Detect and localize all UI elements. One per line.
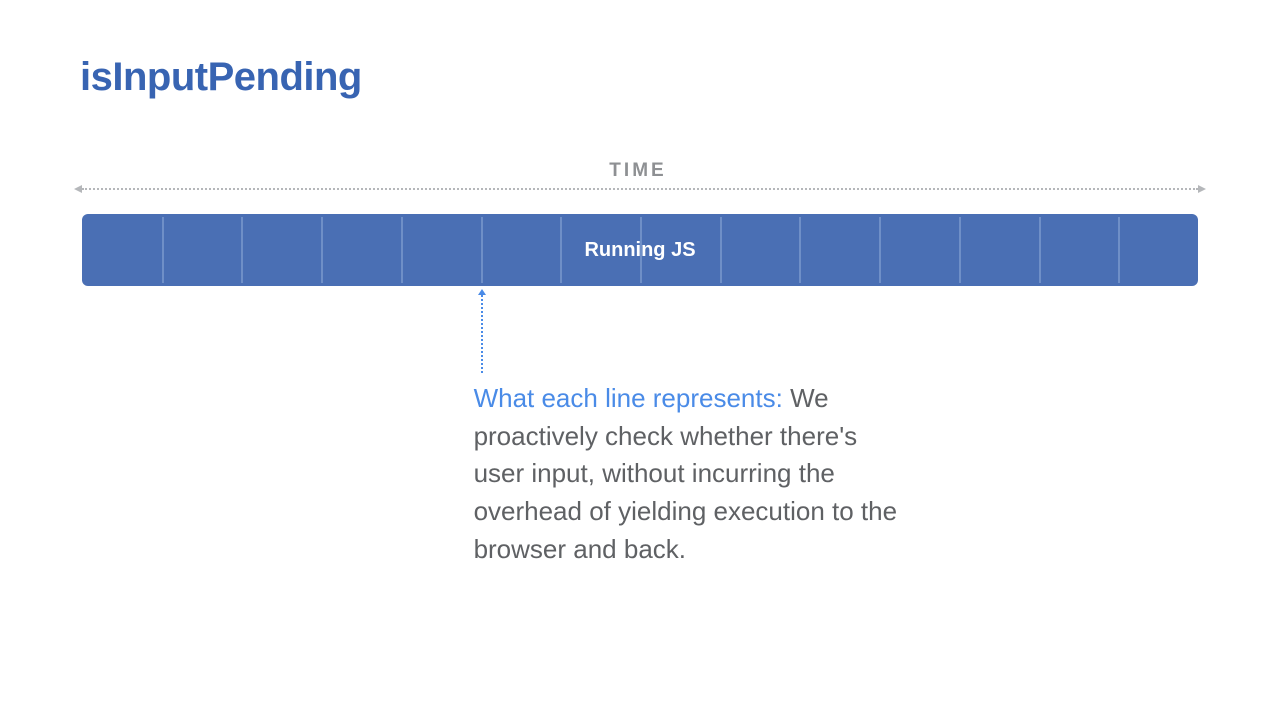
annotation-pointer-line [481,295,483,373]
timeline-axis-arrow [82,188,1198,190]
timeline-segment-divider [162,217,164,283]
timeline-bar-label: Running JS [584,239,695,262]
timeline-bar: Running JS [82,214,1198,286]
annotation-heading: What each line represents: [474,383,783,413]
timeline-segment-divider [799,217,801,283]
timeline-segment-divider [560,217,562,283]
timeline-segment-divider [879,217,881,283]
timeline-segment-divider [1039,217,1041,283]
timeline-segment-divider [959,217,961,283]
timeline-segment-divider [1118,217,1120,283]
timeline-segment-divider [401,217,403,283]
timeline-segment-divider [241,217,243,283]
timeline-segment-divider [720,217,722,283]
timeline-segment-divider [321,217,323,283]
page-title: isInputPending [80,55,362,100]
annotation-block: What each line represents: We proactivel… [474,380,914,568]
timeline-axis-label: TIME [609,160,666,182]
timeline-segment-divider [481,217,483,283]
